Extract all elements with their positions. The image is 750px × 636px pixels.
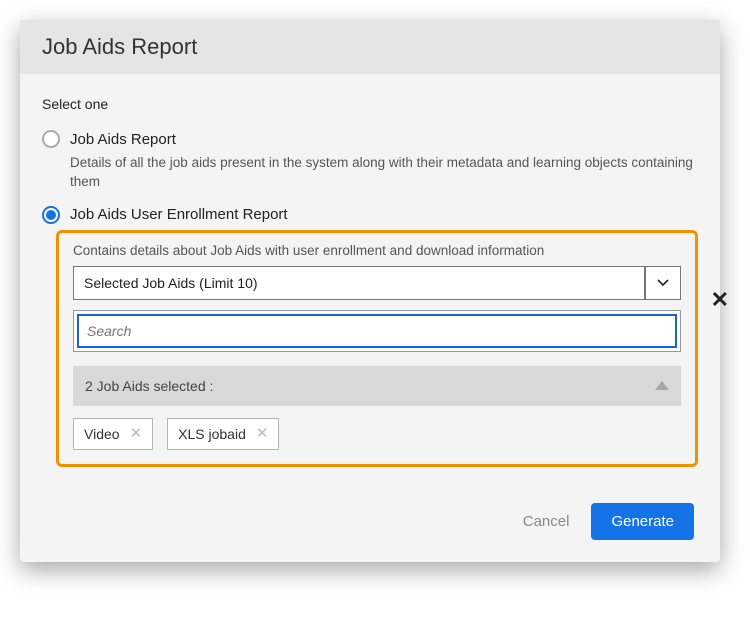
- radio-description: Contains details about Job Aids with use…: [73, 243, 681, 258]
- modal-body: Select one Job Aids Report Details of al…: [20, 74, 720, 477]
- section-label: Select one: [42, 96, 698, 112]
- close-icon[interactable]: ✕: [256, 426, 269, 441]
- close-icon[interactable]: ✕: [711, 287, 729, 313]
- close-icon[interactable]: ✕: [130, 426, 143, 441]
- collapse-triangle-icon: [655, 381, 669, 390]
- job-aids-report-modal: Job Aids Report Select one Job Aids Repo…: [20, 20, 720, 562]
- cancel-button[interactable]: Cancel: [523, 513, 570, 530]
- chip-label: Video: [84, 426, 120, 442]
- radio-label: Job Aids Report: [70, 131, 176, 148]
- job-aids-select[interactable]: Selected Job Aids (Limit 10): [73, 266, 681, 300]
- radio-description: Details of all the job aids present in t…: [70, 154, 698, 192]
- chevron-down-icon[interactable]: [645, 266, 681, 300]
- radio-label: Job Aids User Enrollment Report: [70, 206, 288, 223]
- enrollment-config-box: Contains details about Job Aids with use…: [56, 230, 698, 467]
- modal-footer: Cancel Generate: [20, 477, 720, 562]
- radio-icon: [42, 130, 60, 148]
- modal-title: Job Aids Report: [20, 20, 720, 74]
- selected-chips: Video ✕ XLS jobaid ✕: [73, 418, 681, 450]
- radio-option-job-aids-report[interactable]: Job Aids Report: [42, 130, 698, 148]
- search-input[interactable]: [77, 314, 677, 348]
- generate-button[interactable]: Generate: [591, 503, 694, 540]
- radio-icon: [42, 206, 60, 224]
- selected-count-text: 2 Job Aids selected :: [85, 378, 213, 394]
- selected-count-bar[interactable]: 2 Job Aids selected :: [73, 366, 681, 406]
- radio-option-user-enrollment-report[interactable]: Job Aids User Enrollment Report: [42, 206, 698, 224]
- search-wrap: [73, 310, 681, 352]
- select-value: Selected Job Aids (Limit 10): [73, 266, 645, 300]
- chip-label: XLS jobaid: [178, 426, 246, 442]
- chip-xls-jobaid[interactable]: XLS jobaid ✕: [167, 418, 279, 450]
- chip-video[interactable]: Video ✕: [73, 418, 153, 450]
